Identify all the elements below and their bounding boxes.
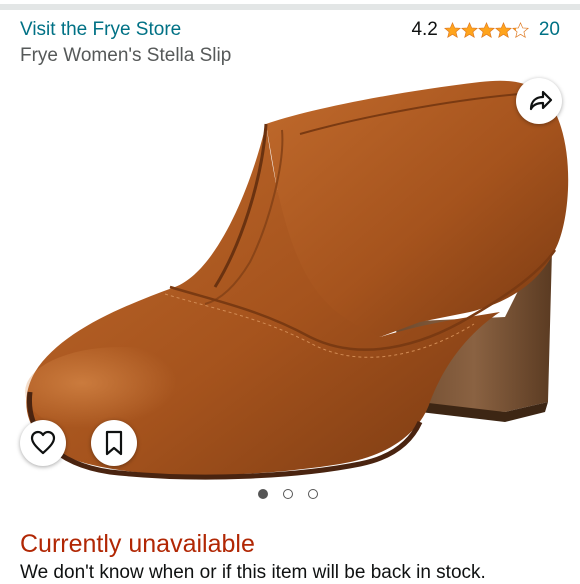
star-icon bbox=[460, 21, 478, 38]
pagination-dot-active[interactable] bbox=[258, 489, 268, 499]
product-title: Frye Women's Stella Slip bbox=[20, 45, 232, 66]
pagination-dot[interactable] bbox=[308, 489, 318, 499]
image-pagination[interactable] bbox=[258, 489, 333, 499]
star-icon bbox=[477, 21, 495, 38]
availability-status: Currently unavailable bbox=[20, 530, 255, 558]
store-link[interactable]: Visit the Frye Store bbox=[20, 19, 181, 41]
star-icon bbox=[494, 21, 512, 38]
bookmark-icon bbox=[105, 430, 123, 456]
availability-note: We don't know when or if this item will … bbox=[20, 562, 486, 583]
rating-count-link[interactable]: 20 bbox=[539, 19, 560, 41]
add-to-favorites-button[interactable] bbox=[20, 420, 66, 466]
star-rating[interactable] bbox=[443, 21, 529, 39]
star-empty-icon bbox=[511, 21, 529, 38]
heart-icon bbox=[30, 430, 56, 455]
rating-value: 4.2 bbox=[411, 19, 438, 40]
product-image-gallery[interactable] bbox=[0, 72, 580, 480]
share-arrow-icon bbox=[529, 90, 553, 111]
save-to-list-button[interactable] bbox=[91, 420, 137, 466]
top-divider bbox=[0, 4, 580, 10]
share-button[interactable] bbox=[516, 78, 562, 124]
product-image[interactable] bbox=[0, 72, 580, 480]
rating-summary[interactable]: 4.2 20 bbox=[411, 19, 560, 41]
star-icon bbox=[443, 21, 461, 38]
pagination-dot[interactable] bbox=[283, 489, 293, 499]
